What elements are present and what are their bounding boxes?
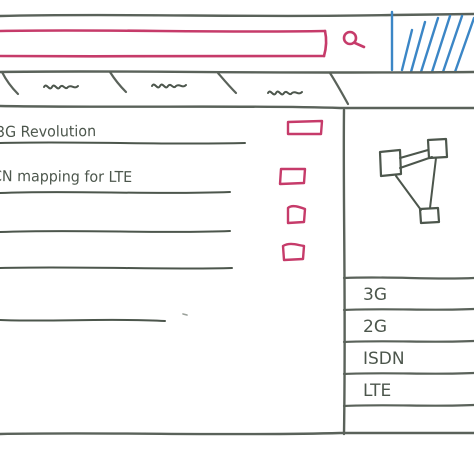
side-list-divider: [342, 276, 474, 280]
search-input[interactable]: [0, 31, 325, 56]
result-underline: [0, 230, 231, 233]
result-underline: [0, 318, 166, 322]
side-list-item-2g[interactable]: 2G: [363, 317, 387, 337]
ui-sketch-canvas: 3G Revolution CN mapping for LTE 3G 2G I…: [0, 0, 474, 474]
tab-bar: [0, 70, 474, 110]
bottom-frame-line: [0, 431, 474, 436]
side-list-item-lte[interactable]: LTE: [363, 381, 391, 401]
side-list-divider: [342, 403, 474, 408]
network-diagram: [378, 137, 449, 225]
stray-mark: [182, 313, 188, 316]
result-underline: [0, 266, 233, 270]
result-checkbox[interactable]: [286, 204, 307, 225]
top-frame-line: [0, 12, 474, 18]
tab-separator: [108, 70, 128, 94]
tab-separator: [0, 70, 20, 96]
tab-separator: [328, 71, 350, 106]
side-list-item-3g[interactable]: 3G: [363, 285, 387, 305]
result-title[interactable]: CN mapping for LTE: [0, 167, 132, 186]
result-underline: [0, 191, 231, 194]
wireframe-sketch: [0, 10, 474, 436]
side-list-item-isdn[interactable]: ISDN: [363, 349, 405, 369]
result-title[interactable]: 3G Revolution: [0, 122, 96, 141]
tab-2[interactable]: [151, 83, 187, 89]
result-checkbox[interactable]: [286, 119, 324, 136]
result-checkbox[interactable]: [281, 242, 306, 262]
side-list-divider: [342, 339, 474, 344]
tab-1[interactable]: [43, 84, 79, 90]
tab-separator: [216, 71, 238, 95]
result-checkbox[interactable]: [278, 167, 307, 186]
side-list-divider: [342, 307, 474, 312]
side-list-divider: [342, 371, 474, 376]
hatched-image-placeholder: [390, 10, 474, 74]
result-underline: [0, 141, 246, 145]
tab-3[interactable]: [267, 90, 303, 96]
panel-divider: [342, 108, 346, 436]
search-icon[interactable]: [342, 30, 366, 49]
